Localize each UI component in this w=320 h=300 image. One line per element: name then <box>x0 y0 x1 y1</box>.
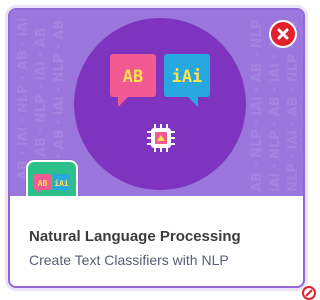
right-speech-bubble: iAi <box>164 54 210 107</box>
card-title: Natural Language Processing <box>29 228 241 245</box>
left-bubble-text: AB <box>123 67 143 87</box>
right-bubble-text: iAi <box>172 67 203 87</box>
extension-card[interactable]: AB · iAi · NLP · AB · iAi iAi · AB · NLP… <box>8 8 305 288</box>
thumbnail-right-text: iAi <box>54 178 69 188</box>
extension-thumbnail: AB iAi <box>26 160 78 196</box>
thumbnail-left-text: AB <box>38 179 48 188</box>
left-speech-bubble: AB <box>110 54 156 107</box>
card-banner: AB · iAi · NLP · AB · iAi iAi · AB · NLP… <box>10 10 303 196</box>
card-subtitle: Create Text Classifiers with NLP <box>29 252 229 268</box>
close-button[interactable] <box>269 20 297 48</box>
close-icon <box>277 28 289 40</box>
thumbnail-image: AB iAi <box>28 162 76 196</box>
thumbnail-bubbles: AB iAi <box>34 174 70 194</box>
close-icon[interactable] <box>302 286 316 300</box>
microchip-icon <box>147 124 175 152</box>
